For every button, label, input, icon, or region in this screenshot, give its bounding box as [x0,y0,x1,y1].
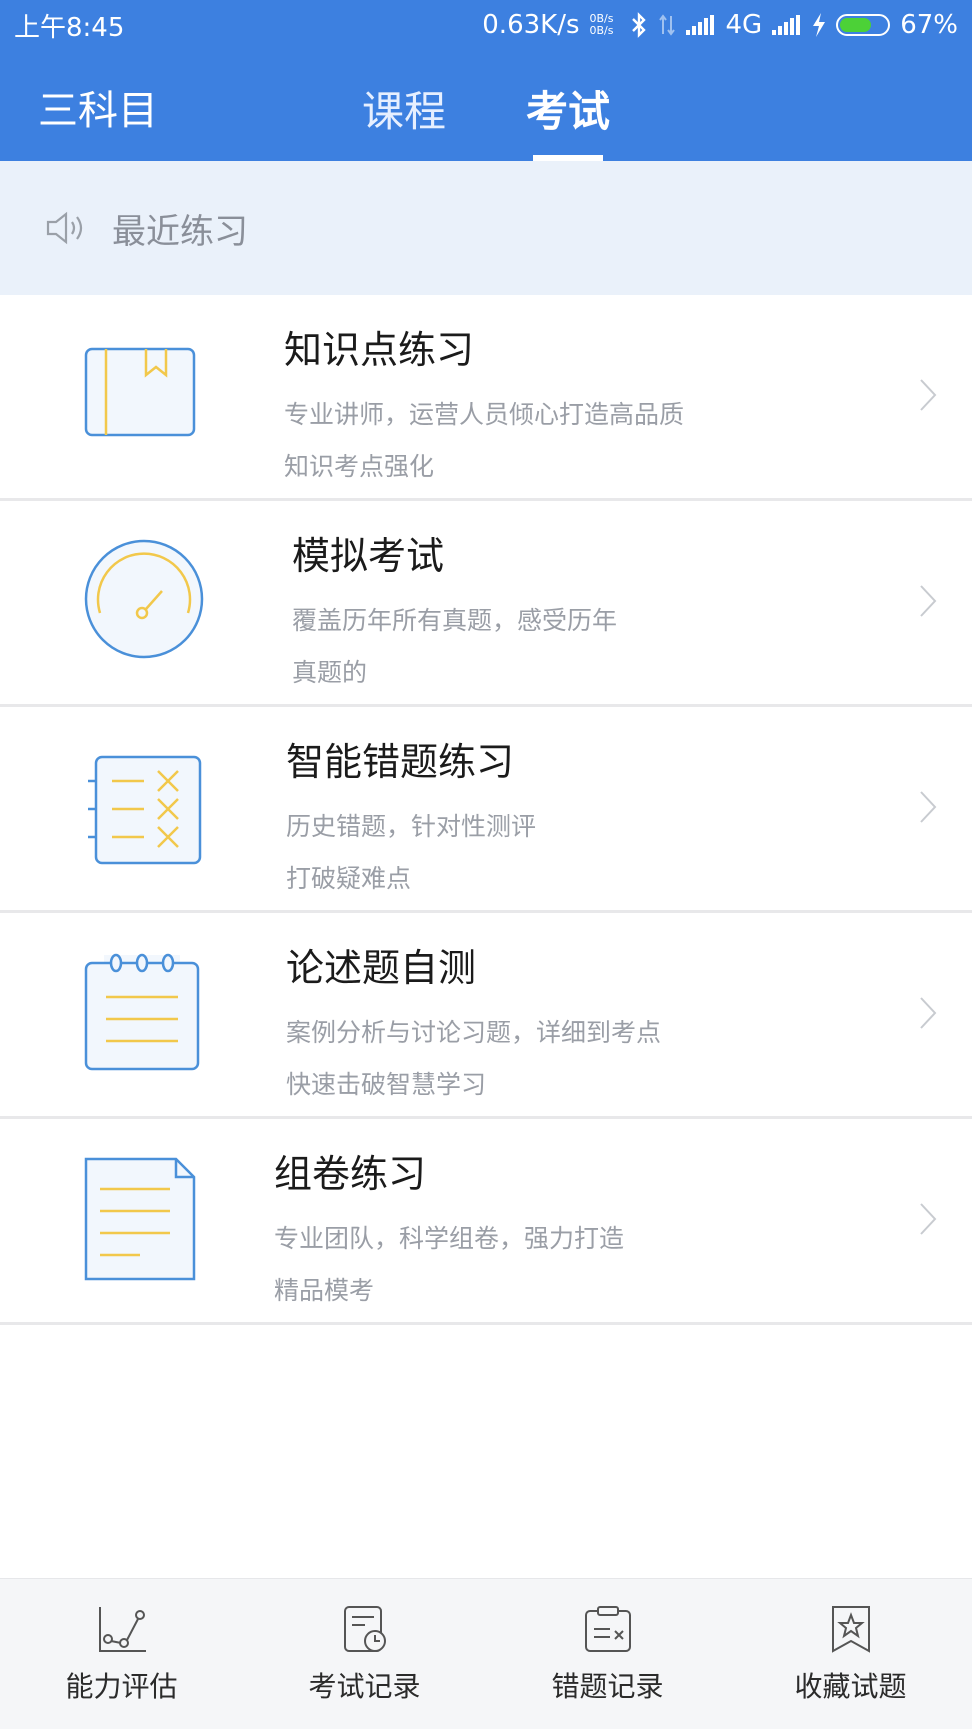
bluetooth-icon [631,12,646,38]
item-desc-line2: 打破疑难点 [286,864,412,893]
status-time: 上午8:45 [14,12,125,43]
list-item-compose-paper-practice[interactable]: 组卷练习 专业团队，科学组卷，强力打造 精品模考 [0,1119,972,1325]
document-icon [84,1157,196,1281]
nav-label: 错题记录 [551,1670,664,1703]
battery-icon [836,14,891,36]
item-desc-line1: 覆盖历年所有真题，感受历年 [292,606,618,635]
nav-wrong-records[interactable]: 错题记录 [486,1579,729,1729]
net-down: 0B/s [589,24,614,37]
star-bookmark-icon [831,1606,870,1653]
tab-course[interactable]: 课程 [362,78,446,139]
item-desc-line1: 专业讲师，运营人员倾心打造高品质 [284,400,685,429]
tab-exam-label: 考试 [526,87,611,136]
list-item-knowledge-practice[interactable]: 知识点练习 专业讲师，运营人员倾心打造高品质 知识考点强化 [0,295,972,501]
list-item-wrong-question-practice[interactable]: 智能错题练习 历史错题，针对性测评 打破疑难点 [0,707,972,913]
chevron-right-icon [920,585,937,617]
wrong-list-icon [88,755,202,865]
signal-icon-2 [772,15,801,35]
item-title: 论述题自测 [286,946,477,990]
item-desc-line2: 知识考点强化 [284,452,435,481]
list-item-mock-exam[interactable]: 模拟考试 覆盖历年所有真题，感受历年 真题的 [0,501,972,707]
chevron-right-icon [920,791,937,823]
subject-label: 三科目 [38,88,158,134]
signal-icon [685,15,714,35]
item-desc-line1: 案例分析与讨论习题，详细到考点 [286,1018,662,1047]
recent-practice-label: 最近练习 [112,211,248,252]
tab-course-label: 课程 [362,87,447,136]
battery-fill [840,18,872,32]
exam-options-list: 知识点练习 专业讲师，运营人员倾心打造高品质 知识考点强化 模拟考试 覆盖历年所… [0,295,972,1325]
book-bookmark-icon [84,347,196,437]
battery-percent: 67% [900,10,958,40]
status-bar: 上午8:45 0.63K/s 0B/s 0B/s 4G 67% [0,0,972,50]
chevron-right-icon [920,379,937,411]
net-speed: 0.63K/s [482,10,580,40]
bottom-nav: 能力评估 考试记录 错题记录 收藏试题 [0,1578,972,1729]
chart-icon [98,1607,146,1652]
nav-ability-assessment[interactable]: 能力评估 [0,1579,243,1729]
item-desc-line2: 精品模考 [274,1276,375,1305]
item-title: 组卷练习 [274,1152,427,1196]
gauge-icon [84,539,204,659]
nav-exam-records[interactable]: 考试记录 [243,1579,486,1729]
app-header: 三科目 课程 考试 [0,50,972,161]
nav-label: 收藏试题 [794,1670,907,1703]
subject-menu-button[interactable]: 三科目 [38,78,158,136]
speaker-icon [46,211,83,245]
chevron-right-icon [920,1203,937,1235]
item-desc-line1: 专业团队，科学组卷，强力打造 [274,1224,625,1253]
charging-icon [813,13,826,37]
nav-label: 考试记录 [308,1670,421,1703]
net-rate: 0B/s 0B/s [590,13,614,37]
nav-label: 能力评估 [65,1670,178,1703]
network-type: 4G [725,10,763,40]
recent-practice-bar[interactable]: 最近练习 [0,161,972,295]
item-title: 智能错题练习 [286,740,515,784]
clipboard-x-icon [584,1606,631,1652]
item-desc-line1: 历史错题，针对性测评 [286,812,537,841]
nav-favorite-questions[interactable]: 收藏试题 [729,1579,972,1729]
notepad-icon [84,953,200,1071]
clock-doc-icon [343,1606,386,1652]
data-arrows-icon [658,14,675,36]
chevron-right-icon [920,997,937,1029]
item-title: 模拟考试 [292,534,445,578]
tab-exam[interactable]: 考试 [526,78,610,139]
item-title: 知识点练习 [284,328,475,372]
item-desc-line2: 真题的 [292,658,368,687]
item-desc-line2: 快速击破智慧学习 [286,1070,487,1099]
status-right: 0.63K/s 0B/s 0B/s 4G 67% [482,10,958,40]
list-item-essay-self-test[interactable]: 论述题自测 案例分析与讨论习题，详细到考点 快速击破智慧学习 [0,913,972,1119]
